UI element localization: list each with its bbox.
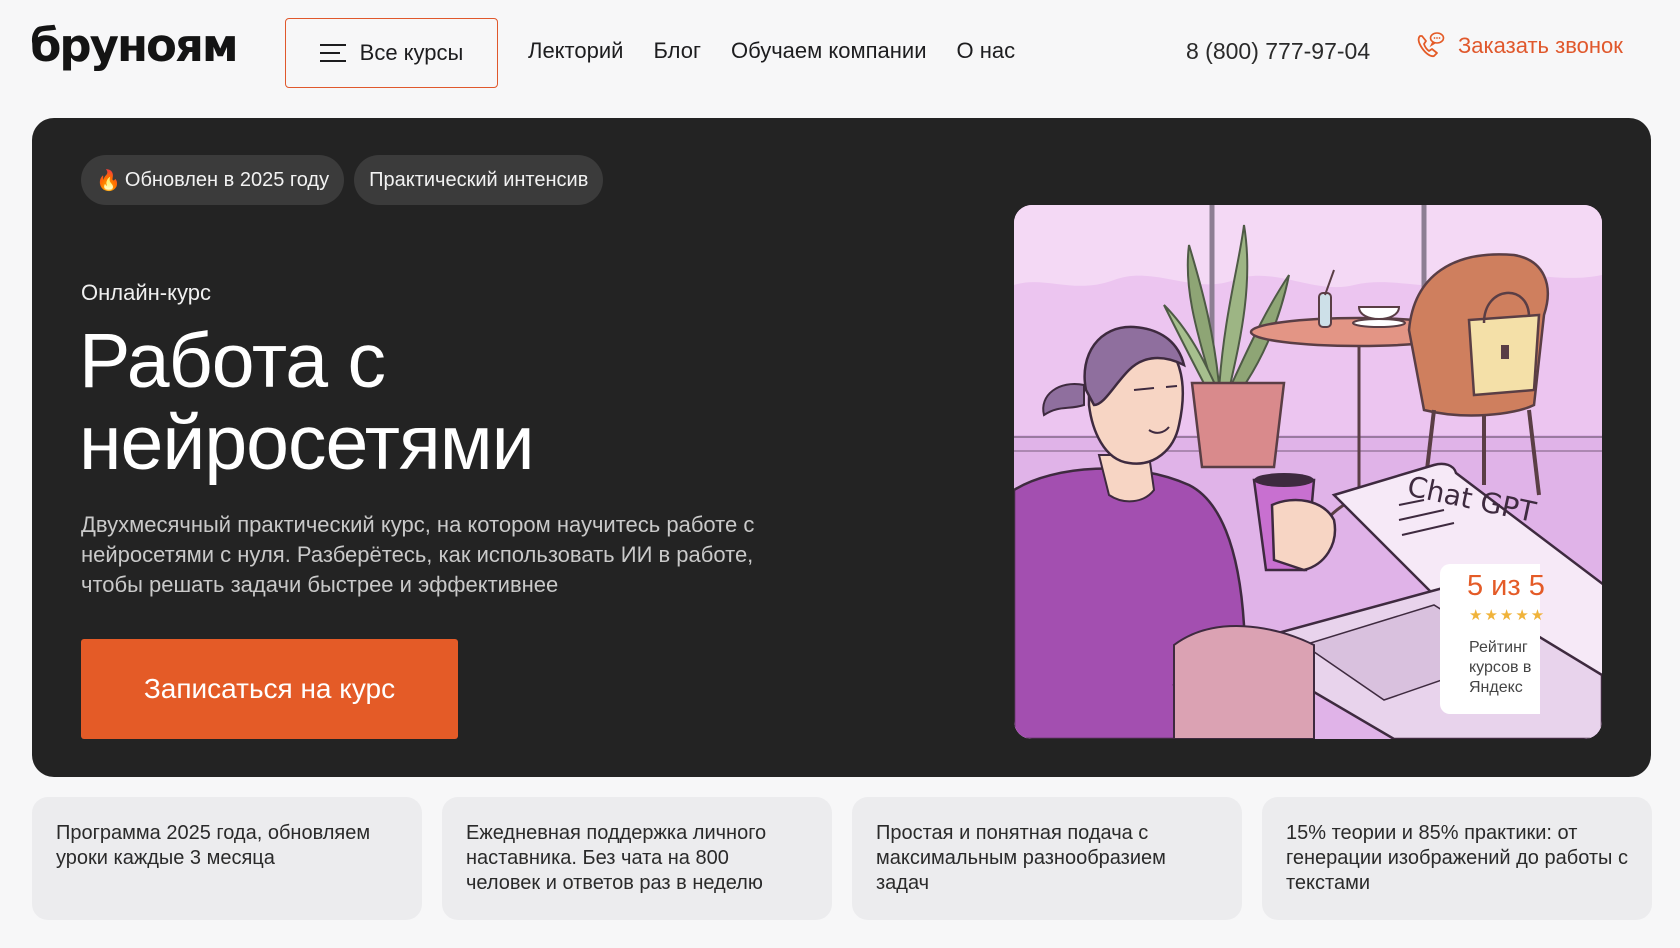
all-courses-button[interactable]: Все курсы [285,18,498,88]
feature-card: Программа 2025 года, обновляем уроки каж… [32,797,422,920]
callback-button[interactable]: Заказать звонок [1414,30,1623,62]
page-title: Работа с нейросетями [79,318,535,486]
hero-banner: 🔥 Обновлен в 2025 году Практический инте… [32,118,1651,777]
nav-item-lectures[interactable]: Лекторий [528,38,623,64]
nav-item-about[interactable]: О нас [957,38,1016,64]
logo[interactable]: бруноям [30,18,239,74]
feature-card: 15% теории и 85% практики: от генерации … [1262,797,1652,920]
rating-stars: ★★★★★ [1469,607,1547,624]
phone-call-icon [1417,32,1445,58]
features-row: Программа 2025 года, обновляем уроки каж… [32,797,1652,920]
menu-icon [319,44,346,62]
rating-label: Рейтинг курсов в Яндекс [1469,639,1532,696]
callback-label: Заказать звонок [1458,33,1623,58]
badge-intensive: Практический интенсив [354,155,604,205]
nav-item-blog[interactable]: Блог [653,38,701,64]
feature-card: Простая и понятная подача с максимальным… [852,797,1242,920]
badge-updated: 🔥 Обновлен в 2025 году [81,155,345,205]
badges: 🔥 Обновлен в 2025 году Практический инте… [81,155,604,205]
enroll-button[interactable]: Записаться на курс [81,639,458,739]
feature-card: Ежедневная поддержка личного наставника.… [442,797,832,920]
all-courses-label: Все курсы [359,40,464,65]
badge-intensive-label: Практический интенсив [369,168,589,191]
rating-score: 5 из 5 [1467,570,1545,602]
nav-item-business[interactable]: Обучаем компании [731,38,927,64]
fire-icon: 🔥 [96,169,121,192]
site-header: бруноям Все курсы Лекторий Блог Обучаем … [0,0,1680,108]
main-nav: Лекторий Блог Обучаем компании О нас [528,38,1015,64]
course-description: Двухмесячный практический курс, на котор… [81,512,755,597]
phone-number[interactable]: 8 (800) 777-97-04 [1186,38,1370,65]
course-type: Онлайн-курс [81,280,211,305]
badge-updated-label: Обновлен в 2025 году [124,168,330,191]
